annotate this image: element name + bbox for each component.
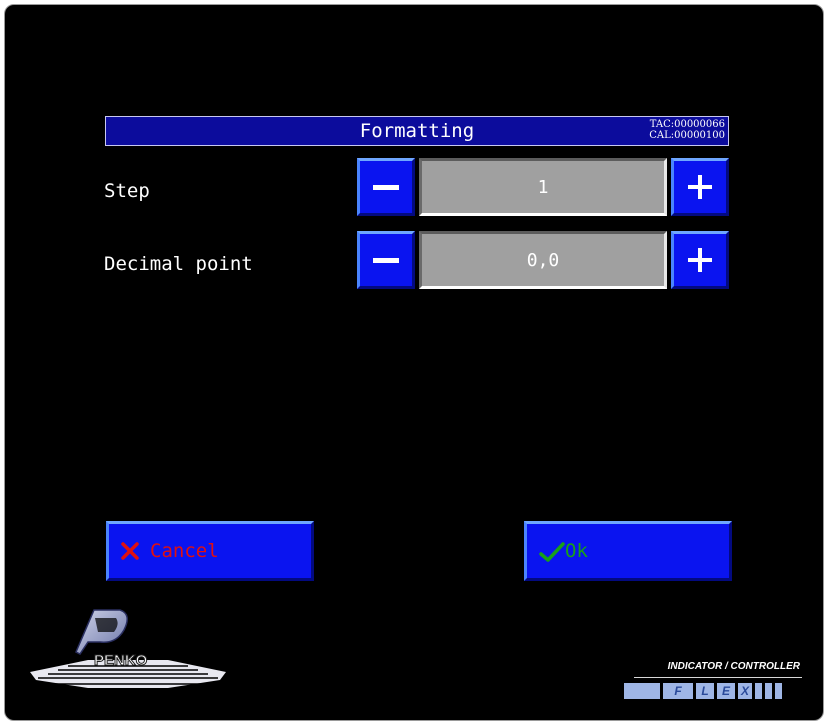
flex-bar	[775, 683, 782, 699]
product-branding: INDICATOR / CONTROLLER F L E X	[614, 655, 814, 705]
ok-button[interactable]: Ok	[524, 521, 732, 581]
plus-icon	[688, 175, 712, 199]
checkmark-icon	[539, 542, 565, 562]
title-bar: Formatting TAC:00000066 CAL:00000100	[105, 116, 729, 146]
cancel-x-icon	[121, 542, 139, 560]
cal-code: CAL:00000100	[649, 130, 725, 141]
minus-icon	[373, 257, 399, 263]
step-decrement-button[interactable]	[357, 158, 415, 216]
penko-logo: PENKO	[28, 604, 228, 694]
branding-divider	[634, 677, 802, 678]
step-value-field[interactable]: 1	[419, 158, 667, 216]
flex-letter-l: L	[696, 683, 714, 699]
flex-letter-e: E	[717, 683, 735, 699]
cancel-button[interactable]: Cancel	[106, 521, 314, 581]
flex-bar	[765, 683, 772, 699]
ok-label: Ok	[565, 540, 588, 562]
decimal-point-value-field[interactable]: 0,0	[419, 231, 667, 289]
flex-letter-x: X	[738, 683, 752, 699]
plus-icon	[688, 248, 712, 272]
product-line-text: INDICATOR / CONTROLLER	[667, 661, 800, 672]
step-label: Step	[104, 180, 150, 202]
decimal-point-label: Decimal point	[104, 253, 253, 275]
page-title: Formatting	[359, 120, 475, 142]
step-increment-button[interactable]	[671, 158, 729, 216]
flex-bar	[624, 683, 660, 699]
penko-logo-text: PENKO	[93, 652, 148, 670]
flex-logo: F L E X	[624, 683, 782, 699]
cancel-label: Cancel	[150, 540, 219, 562]
calibration-codes: TAC:00000066 CAL:00000100	[649, 119, 725, 141]
minus-icon	[373, 184, 399, 190]
penko-logo-icon	[30, 609, 226, 688]
flex-letter-f: F	[663, 683, 693, 699]
flex-bar	[755, 683, 762, 699]
tac-code: TAC:00000066	[649, 119, 725, 130]
decimal-point-decrement-button[interactable]	[357, 231, 415, 289]
decimal-point-increment-button[interactable]	[671, 231, 729, 289]
